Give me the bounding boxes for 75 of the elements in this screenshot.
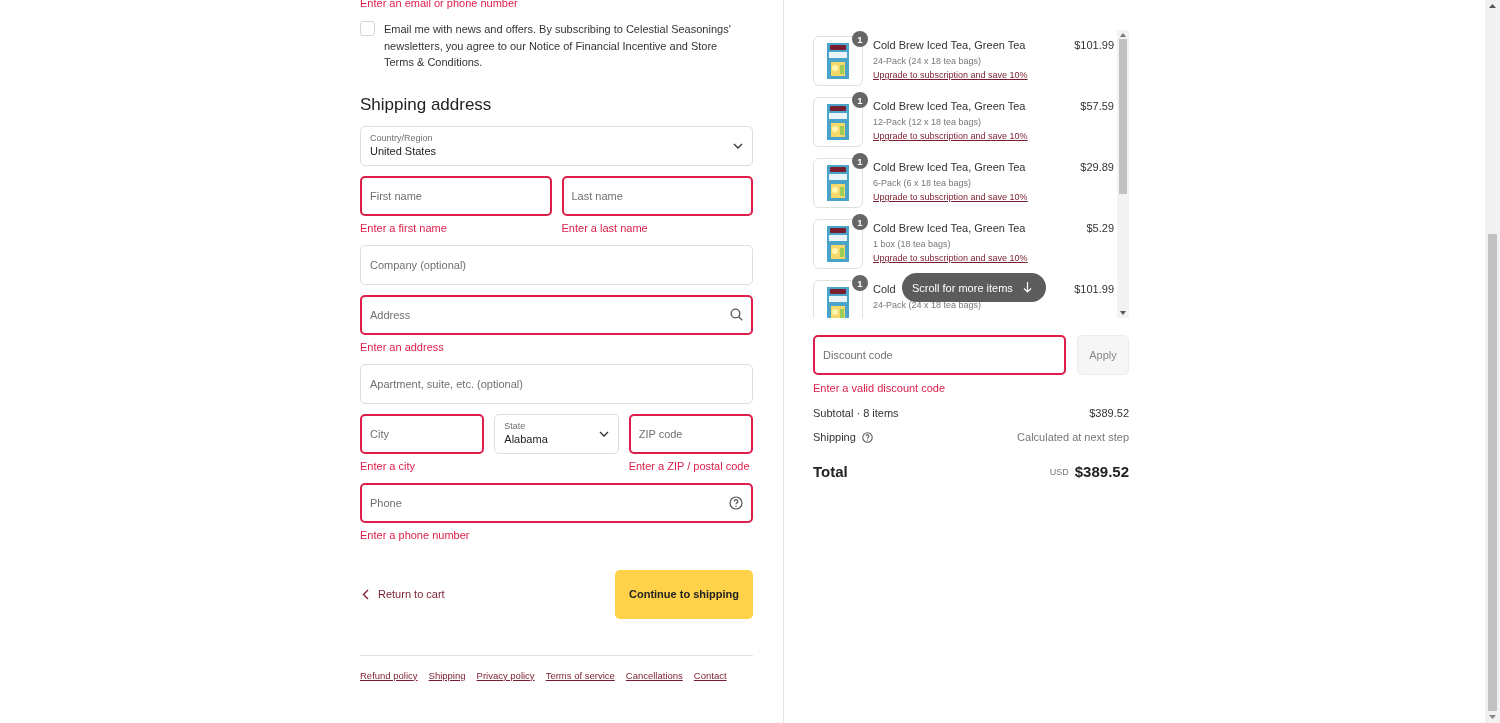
footer-link[interactable]: Refund policy bbox=[360, 669, 418, 681]
product-name: Cold Brew Iced Tea, Green Tea bbox=[873, 39, 1026, 52]
arrow-down-icon bbox=[1022, 282, 1032, 293]
help-icon[interactable] bbox=[861, 431, 873, 443]
input-field[interactable]: Last name bbox=[561, 175, 753, 216]
scrollbar-thumb[interactable] bbox=[1488, 234, 1497, 711]
arrow-down-icon[interactable] bbox=[1120, 311, 1126, 315]
shipping-note: Calculated at next step bbox=[1017, 431, 1129, 443]
help-icon[interactable] bbox=[729, 495, 743, 510]
product-price: $5.29 bbox=[1086, 221, 1114, 234]
scrollbar-thumb[interactable] bbox=[1119, 39, 1127, 194]
error-message: Enter an address bbox=[360, 339, 445, 354]
subtotal-amount: $389.52 bbox=[1089, 407, 1129, 419]
chevron-left-icon bbox=[362, 588, 369, 600]
product-name: Cold bbox=[873, 283, 896, 296]
quantity-badge: 1 bbox=[852, 275, 868, 291]
footer-link[interactable]: Terms of service bbox=[545, 669, 615, 681]
error-message: Enter an email or phone number bbox=[360, 0, 519, 9]
quantity-badge: 1 bbox=[852, 214, 868, 230]
quantity-badge: 1 bbox=[852, 153, 868, 169]
currency-code: USD bbox=[1049, 466, 1069, 477]
footer-link[interactable]: Shipping bbox=[428, 669, 466, 681]
product-name: Cold Brew Iced Tea, Green Tea bbox=[873, 161, 1026, 174]
error-message: Enter a first name bbox=[360, 220, 448, 235]
footer-link[interactable]: Cancellations bbox=[625, 669, 683, 681]
input-field[interactable]: Phone bbox=[360, 482, 753, 523]
section-heading: Shipping address bbox=[360, 94, 493, 115]
footer-link[interactable]: Contact bbox=[693, 669, 727, 681]
search-icon bbox=[730, 307, 743, 321]
product-variant: 1 box (18 tea bags) bbox=[873, 238, 951, 251]
error-message: Enter a valid discount code bbox=[813, 381, 947, 395]
shipping-label: Shipping bbox=[813, 431, 856, 443]
input-field[interactable]: Address bbox=[360, 294, 753, 335]
discount-field[interactable]: Discount code bbox=[813, 335, 1066, 375]
product-variant: 6-Pack (6 x 18 tea bags) bbox=[873, 177, 972, 190]
select-field[interactable]: State Alabama bbox=[494, 413, 619, 454]
upgrade-link[interactable]: Upgrade to subscription and save 10% bbox=[873, 69, 1028, 82]
input-field[interactable]: ZIP code bbox=[628, 413, 753, 454]
product-price: $101.99 bbox=[1074, 38, 1114, 51]
arrow-up-icon[interactable] bbox=[1120, 33, 1126, 37]
checkbox[interactable] bbox=[360, 21, 375, 36]
chevron-down-icon bbox=[598, 430, 609, 437]
upgrade-link[interactable]: Upgrade to subscription and save 10% bbox=[873, 191, 1028, 204]
subtotal-label: Subtotal · 8 items bbox=[813, 407, 899, 419]
select-field[interactable]: Country/Region United States bbox=[360, 125, 753, 166]
scrollbar[interactable] bbox=[1485, 0, 1500, 723]
product-price: $101.99 bbox=[1074, 282, 1114, 295]
product-price: $57.59 bbox=[1080, 99, 1114, 112]
total-amount: $389.52 bbox=[1074, 463, 1129, 480]
product-price: $29.89 bbox=[1080, 160, 1114, 173]
upgrade-link[interactable]: Upgrade to subscription and save 10% bbox=[873, 252, 1028, 265]
product-name: Cold Brew Iced Tea, Green Tea bbox=[873, 222, 1026, 235]
arrow-down-icon[interactable] bbox=[1489, 715, 1496, 719]
product-variant: 12-Pack (12 x 18 tea bags) bbox=[873, 116, 982, 129]
input-field[interactable]: First name bbox=[360, 175, 552, 216]
error-message: Enter a phone number bbox=[360, 527, 471, 542]
product-name: Cold Brew Iced Tea, Green Tea bbox=[873, 100, 1026, 113]
scrollbar[interactable] bbox=[1117, 30, 1129, 318]
product-variant: 24-Pack (24 x 18 tea bags) bbox=[873, 299, 982, 312]
return-link[interactable]: Return to cart bbox=[360, 588, 445, 600]
chevron-down-icon bbox=[733, 142, 743, 149]
newsletter-consent-text: Email me with news and offers. By subscribing to Celestial Seasonings' newsletters, you agree to our Notice of Financial Incentive and Store Terms & Conditions. bbox=[384, 22, 732, 70]
quantity-badge: 1 bbox=[852, 31, 868, 47]
product-variant: 24-Pack (24 x 18 tea bags) bbox=[873, 55, 982, 68]
scroll-hint-button[interactable]: Scroll for more items bbox=[902, 273, 1046, 302]
input-field[interactable]: City bbox=[360, 413, 485, 454]
error-message: Enter a city bbox=[360, 458, 417, 473]
error-message: Enter a ZIP / postal code bbox=[628, 458, 751, 473]
arrow-up-icon[interactable] bbox=[1489, 4, 1496, 8]
error-message: Enter a last name bbox=[561, 220, 649, 235]
total-label: Total bbox=[813, 463, 848, 480]
continue-button[interactable]: Continue to shipping bbox=[615, 569, 753, 619]
footer-link[interactable]: Privacy policy bbox=[476, 669, 535, 681]
quantity-badge: 1 bbox=[852, 92, 868, 108]
upgrade-link[interactable]: Upgrade to subscription and save 10% bbox=[873, 130, 1028, 143]
